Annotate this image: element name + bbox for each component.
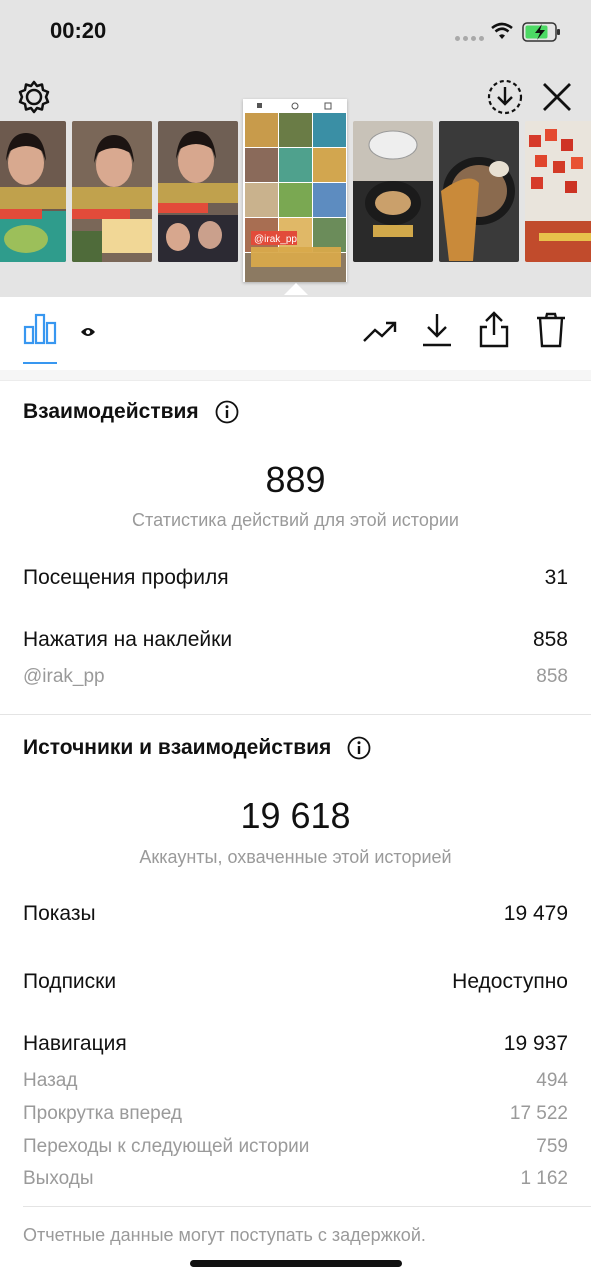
row-label: Нажатия на наклейки <box>23 628 233 651</box>
signal-icon <box>455 36 484 41</box>
row-label: Прокрутка вперед <box>23 1103 182 1124</box>
home-indicator[interactable] <box>190 1260 402 1267</box>
row-value: 858 <box>536 666 568 687</box>
story-thumbnail[interactable] <box>525 121 591 262</box>
story-thumbnail[interactable] <box>72 121 152 262</box>
close-icon[interactable] <box>540 80 574 114</box>
info-icon[interactable] <box>347 736 371 760</box>
row-label: Подписки <box>23 970 117 993</box>
story-thumbnail[interactable] <box>439 121 519 262</box>
info-icon[interactable] <box>215 400 239 424</box>
row-label: @irak_pp <box>23 666 105 687</box>
selected-pointer <box>284 283 308 295</box>
divider <box>23 1206 591 1207</box>
impressions-row: Показы 19 479 <box>23 902 568 926</box>
discovery-heading: Источники и взаимодействия <box>23 736 332 759</box>
story-thumbnail[interactable] <box>0 121 66 262</box>
interactions-caption: Статистика действий для этой истории <box>132 510 459 530</box>
row-value: 19 479 <box>503 902 568 925</box>
nav-exits-row: Выходы 1 162 <box>23 1168 568 1190</box>
row-value: 1 162 <box>520 1168 568 1189</box>
navigation-row: Навигация 19 937 <box>23 1032 568 1056</box>
download-icon[interactable] <box>421 312 453 348</box>
delay-note: Отчетные данные могут поступать с задерж… <box>23 1225 426 1245</box>
row-value: 858 <box>532 628 568 651</box>
trash-icon[interactable] <box>535 312 567 348</box>
divider <box>0 714 591 715</box>
row-value: 19 937 <box>503 1032 568 1055</box>
row-label: Назад <box>23 1070 78 1091</box>
bar-chart-icon[interactable] <box>23 313 57 345</box>
eye-icon[interactable] <box>80 326 96 338</box>
follows-row: Подписки Недоступно <box>23 970 568 994</box>
trending-icon[interactable] <box>362 319 398 343</box>
row-value: 759 <box>536 1136 568 1157</box>
interactions-total: 889 <box>265 459 326 500</box>
battery-icon <box>522 22 560 42</box>
profile-visits-row: Посещения профиля 31 <box>23 566 568 590</box>
row-value: 494 <box>536 1070 568 1091</box>
row-label: Навигация <box>23 1032 127 1055</box>
interactions-heading: Взаимодействия <box>23 400 199 423</box>
interactions-heading-row: Взаимодействия <box>23 400 239 424</box>
tab-insights-active <box>23 362 57 364</box>
section-separator <box>0 370 591 381</box>
nav-back-row: Назад 494 <box>23 1070 568 1092</box>
row-label: Переходы к следующей истории <box>23 1136 310 1157</box>
status-time: 00:20 <box>50 18 107 43</box>
download-circle-icon[interactable] <box>486 78 524 116</box>
row-value: 17 522 <box>509 1103 568 1124</box>
wifi-icon <box>491 22 513 39</box>
row-value: 31 <box>544 566 568 589</box>
discovery-heading-row: Источники и взаимодействия <box>23 736 371 760</box>
share-icon[interactable] <box>478 311 510 349</box>
insights-toolbar <box>0 297 591 370</box>
story-thumbnail[interactable] <box>158 121 238 262</box>
selected-sticker: @irak_pp <box>254 234 297 245</box>
sticker-mention-row: @irak_pp 858 <box>23 666 568 688</box>
reach-caption: Аккаунты, охваченные этой историей <box>139 847 452 867</box>
sticker-taps-row: Нажатия на наклейки 858 <box>23 628 568 652</box>
nav-forward-row: Прокрутка вперед 17 522 <box>23 1103 568 1125</box>
nav-next-story-row: Переходы к следующей истории 759 <box>23 1136 568 1158</box>
story-thumbnail[interactable] <box>353 121 433 262</box>
gear-icon[interactable] <box>17 80 51 114</box>
row-label: Посещения профиля <box>23 566 229 589</box>
story-thumbnail-selected[interactable]: @irak_pp <box>243 99 347 282</box>
row-label: Показы <box>23 902 96 925</box>
story-header: 00:20 @irak_pp <box>0 0 591 297</box>
reach-total: 19 618 <box>240 795 351 836</box>
row-value: Недоступно <box>452 970 568 993</box>
row-label: Выходы <box>23 1168 94 1189</box>
